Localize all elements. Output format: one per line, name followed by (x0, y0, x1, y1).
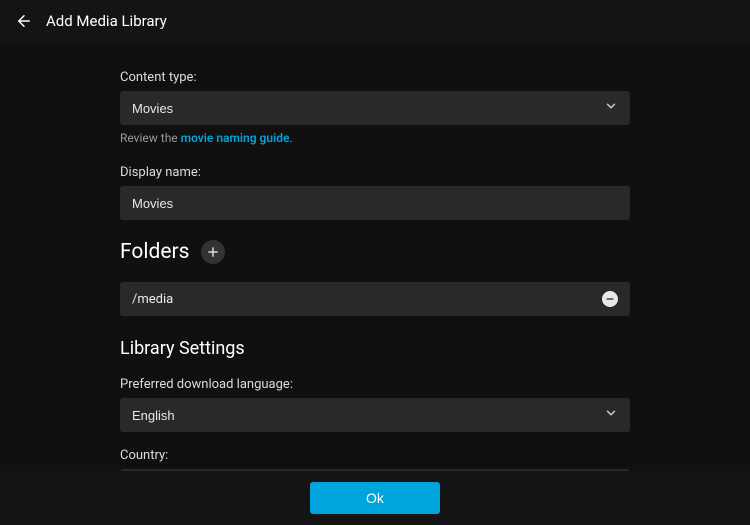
footer: Ok (0, 471, 750, 525)
helper-prefix: Review the (120, 131, 181, 145)
display-name-label: Display name: (120, 165, 630, 180)
display-name-input[interactable] (120, 186, 630, 220)
display-name-field: Display name: (120, 165, 630, 220)
language-select[interactable]: English (120, 398, 630, 432)
content-type-label: Content type: (120, 70, 630, 85)
content-type-select[interactable]: Movies (120, 91, 630, 125)
folder-item[interactable]: /media (120, 282, 630, 316)
language-select-wrap: English (120, 398, 630, 432)
page-title: Add Media Library (46, 12, 167, 30)
naming-guide-link[interactable]: movie naming guide (181, 131, 290, 145)
library-settings-title: Library Settings (120, 338, 630, 359)
content-type-select-wrap: Movies (120, 91, 630, 125)
page-header: Add Media Library (0, 0, 750, 42)
folders-title: Folders (120, 240, 189, 264)
helper-suffix: . (289, 131, 292, 145)
country-label: Country: (120, 448, 630, 463)
language-field: Preferred download language: English (120, 377, 630, 432)
add-folder-button[interactable] (201, 240, 225, 264)
back-button[interactable] (14, 11, 34, 31)
content-area: Content type: Movies Review the movie na… (0, 42, 750, 471)
arrow-left-icon (15, 12, 33, 30)
plus-icon (206, 245, 220, 259)
folder-path: /media (132, 292, 173, 307)
remove-folder-button[interactable] (602, 291, 618, 307)
language-label: Preferred download language: (120, 377, 630, 392)
folders-header: Folders (120, 240, 630, 264)
content-type-field: Content type: Movies Review the movie na… (120, 70, 630, 145)
content-type-helper: Review the movie naming guide. (120, 131, 630, 145)
ok-button[interactable]: Ok (310, 482, 440, 514)
country-field: Country: United States (120, 448, 630, 471)
minus-icon (605, 294, 615, 304)
